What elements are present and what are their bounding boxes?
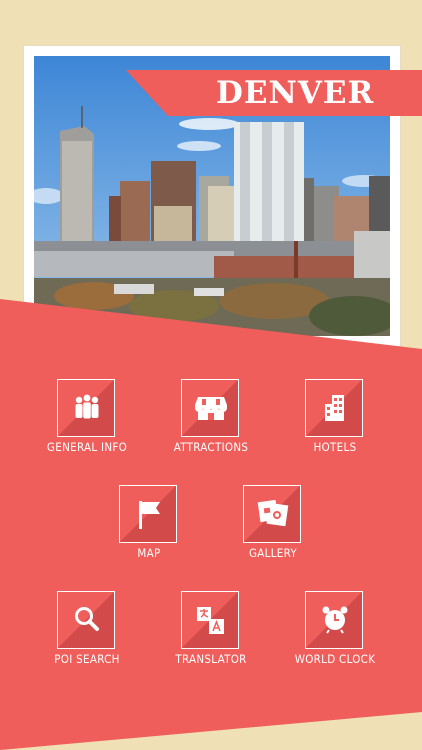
gallery-label: GALLERY	[248, 546, 298, 560]
menu-item-attractions[interactable]: ATTRACTIONS	[151, 379, 271, 479]
people-icon	[75, 394, 99, 419]
poi-search-label: POI SEARCH	[54, 652, 120, 666]
menu-item-translator[interactable]: TRANSLATOR	[151, 591, 271, 691]
magnifier-icon	[75, 607, 99, 631]
translator-label: TRANSLATOR	[175, 652, 247, 666]
translate-icon	[197, 607, 224, 634]
general-info-label: GENERAL INFO	[46, 440, 128, 454]
menu-item-world-clock[interactable]: WORLD CLOCK	[275, 591, 395, 691]
map-label: MAP	[137, 546, 161, 560]
world-clock-label: WORLD CLOCK	[294, 652, 376, 666]
photos-icon	[257, 499, 289, 527]
building-icon	[325, 395, 344, 421]
translator-tile	[181, 591, 239, 649]
menu-item-poi-search[interactable]: POI SEARCH	[27, 591, 147, 691]
shop-awning-icon	[195, 397, 227, 420]
flag-icon	[139, 501, 160, 529]
map-tile	[119, 485, 177, 543]
menu-item-gallery[interactable]: GALLERY	[213, 485, 333, 585]
general-info-tile	[57, 379, 115, 437]
menu-item-general-info[interactable]: GENERAL INFO	[27, 379, 147, 479]
menu-item-hotels[interactable]: HOTELS	[275, 379, 395, 479]
attractions-tile	[181, 379, 239, 437]
gallery-tile	[243, 485, 301, 543]
menu-item-map[interactable]: MAP	[89, 485, 209, 585]
alarm-clock-icon	[322, 606, 348, 634]
city-title: DENVER	[216, 75, 375, 111]
poi-search-tile	[57, 591, 115, 649]
hotels-tile	[305, 379, 363, 437]
attractions-label: ATTRACTIONS	[173, 440, 249, 454]
hotels-label: HOTELS	[313, 440, 357, 454]
world-clock-tile	[305, 591, 363, 649]
